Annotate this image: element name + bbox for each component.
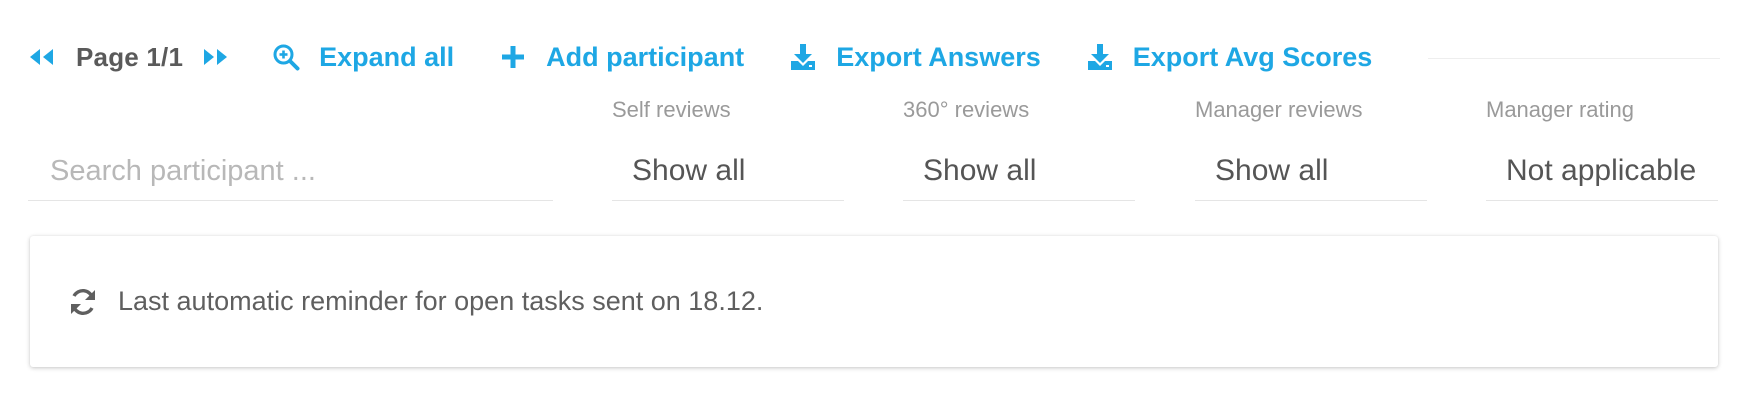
toolbar-divider <box>1428 58 1720 59</box>
filter-bar: Self reviews Show all 360° reviews Show … <box>0 95 1750 205</box>
double-chevron-right-icon[interactable] <box>201 47 229 67</box>
pager: Page 1/1 <box>28 42 229 73</box>
360-reviews-label: 360° reviews <box>903 97 1030 122</box>
self-reviews-select[interactable]: Show all <box>612 143 844 201</box>
manager-reviews-select[interactable]: Show all <box>1195 143 1427 201</box>
export-answers-label: Export Answers <box>836 41 1041 72</box>
manager-rating-select[interactable]: Not applicable <box>1486 143 1718 201</box>
expand-all-label: Expand all <box>319 41 455 72</box>
refresh-icon <box>68 287 98 317</box>
360-reviews-select[interactable]: Show all <box>903 143 1135 201</box>
download-icon <box>1085 42 1115 72</box>
manager-rating-label: Manager rating <box>1486 97 1634 122</box>
plus-icon <box>498 42 528 72</box>
search-participant-input[interactable] <box>28 143 553 201</box>
page-indicator: Page 1/1 <box>76 41 184 72</box>
add-participant-button[interactable]: Add participant <box>498 42 744 73</box>
toolbar: Page 1/1 Expand all Add participant Expo… <box>28 32 1720 82</box>
reminder-message: Last automatic reminder for open tasks s… <box>118 286 764 316</box>
export-avg-scores-label: Export Avg Scores <box>1132 41 1373 72</box>
download-icon <box>788 42 818 72</box>
expand-all-button[interactable]: Expand all <box>271 42 454 73</box>
self-reviews-label: Self reviews <box>612 97 731 122</box>
double-chevron-left-icon[interactable] <box>28 47 56 67</box>
zoom-in-icon <box>271 42 301 72</box>
reminder-card: Last automatic reminder for open tasks s… <box>30 236 1718 367</box>
export-answers-button[interactable]: Export Answers <box>788 42 1041 73</box>
manager-reviews-label: Manager reviews <box>1195 97 1363 122</box>
add-participant-label: Add participant <box>546 41 745 72</box>
export-avg-scores-button[interactable]: Export Avg Scores <box>1085 41 1373 73</box>
